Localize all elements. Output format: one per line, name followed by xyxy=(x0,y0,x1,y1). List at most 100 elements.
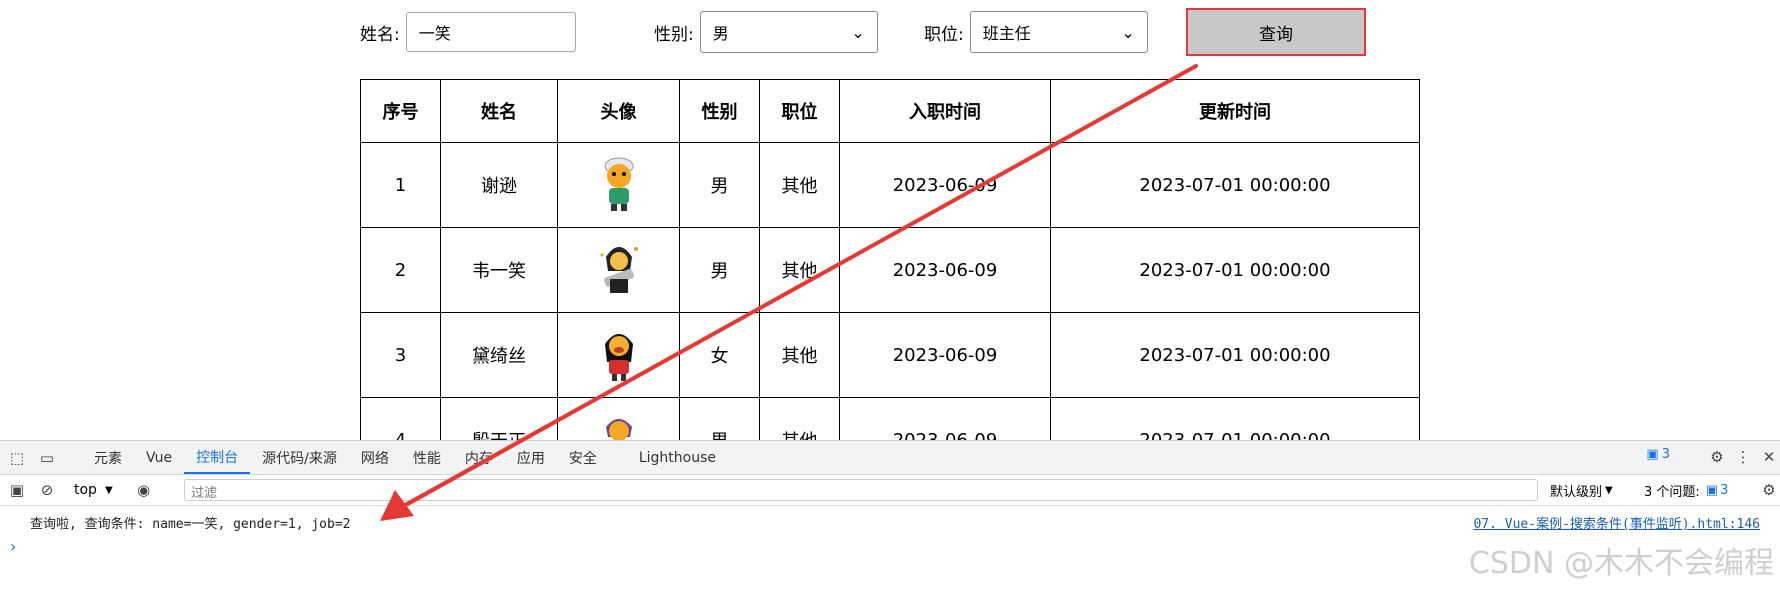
dropdown-arrow-icon: ▼ xyxy=(104,484,113,496)
header-gender: 性别 xyxy=(679,79,760,143)
table-row: 4 殷天正 男 其他 2023-06-09 2023-07-01 00:00:0… xyxy=(360,397,1420,440)
cell-gender: 男 xyxy=(679,397,760,440)
employee-table: 序号 姓名 头像 性别 职位 入职时间 更新时间 1 谢逊 男 其他 2023-… xyxy=(360,79,1420,440)
table-row: 2 韦一笑 男 其他 2023-06-09 2023-07-01 00:00:0… xyxy=(360,227,1420,313)
web-page: 姓名: 一笑 性别: 男 ⌄ 职位: 班主任 ⌄ 查询 序号 姓名 头像 性别 … xyxy=(0,0,1780,440)
query-button[interactable]: 查询 xyxy=(1186,8,1366,56)
gender-select[interactable]: 男 ⌄ xyxy=(699,11,878,53)
name-label: 姓名: xyxy=(360,24,400,45)
job-label: 职位: xyxy=(924,24,964,45)
tab-vue[interactable]: Vue xyxy=(134,441,184,474)
cell-entry-date: 2023-06-09 xyxy=(839,142,1051,228)
close-icon[interactable]: ✕ xyxy=(1758,446,1780,468)
cell-id: 4 xyxy=(360,397,441,440)
tab-elements[interactable]: 元素 xyxy=(82,441,134,474)
console-prompt[interactable]: › xyxy=(10,537,16,556)
tab-memory[interactable]: 内存 xyxy=(453,441,505,474)
devtools-tabbar: ⬚ ▭ 元素 Vue 控制台 源代码/来源 网络 性能 内存 应用 安全 Lig… xyxy=(0,441,1780,475)
job-select[interactable]: 班主任 ⌄ xyxy=(969,11,1148,53)
settings-gear-icon[interactable]: ⚙ xyxy=(1706,446,1728,468)
table-row: 1 谢逊 男 其他 2023-06-09 2023-07-01 00:00:00 xyxy=(360,142,1420,228)
sidebar-toggle-icon[interactable]: ▣ xyxy=(6,479,28,501)
cell-avatar xyxy=(557,397,680,440)
console-log-message: 查询啦, 查询条件: name=一笑, gender=1, job=2 xyxy=(30,517,351,532)
header-id: 序号 xyxy=(360,79,441,143)
avatar-image xyxy=(604,333,633,381)
cell-gender: 女 xyxy=(679,312,760,398)
cell-entry-date: 2023-06-09 xyxy=(839,312,1051,398)
messages-badge[interactable]: ▣ 3 xyxy=(1646,447,1670,462)
cell-update-time: 2023-07-01 00:00:00 xyxy=(1050,397,1420,440)
messages-count: 3 xyxy=(1661,447,1670,462)
tab-lighthouse[interactable]: Lighthouse xyxy=(627,441,728,474)
job-selected: 班主任 xyxy=(982,24,1031,43)
tab-sources[interactable]: 源代码/来源 xyxy=(250,441,349,474)
table-row: 3 黛绮丝 女 其他 2023-06-09 2023-07-01 00:00:0… xyxy=(360,312,1420,398)
tab-application[interactable]: 应用 xyxy=(505,441,557,474)
issue-icon: ▣ xyxy=(1705,483,1719,498)
gender-label: 性别: xyxy=(654,24,694,45)
more-options-icon[interactable]: ⋮ xyxy=(1732,446,1754,468)
tab-security[interactable]: 安全 xyxy=(557,441,609,474)
cell-name: 黛绮丝 xyxy=(440,312,558,398)
message-icon: ▣ xyxy=(1646,447,1659,462)
chevron-down-icon: ⌄ xyxy=(1121,22,1135,42)
header-name: 姓名 xyxy=(440,79,558,143)
console-filter-input[interactable]: 过滤 xyxy=(184,479,1538,501)
cell-job: 其他 xyxy=(759,142,840,228)
cell-name: 谢逊 xyxy=(440,142,558,228)
tab-console[interactable]: 控制台 xyxy=(184,441,251,474)
device-toolbar-icon[interactable]: ▭ xyxy=(36,447,58,469)
issues-counter[interactable]: 3 个问题: ▣ 3 xyxy=(1644,481,1728,500)
cell-update-time: 2023-07-01 00:00:00 xyxy=(1050,142,1420,228)
context-selector[interactable]: top ▼ xyxy=(74,482,113,498)
job-filter: 职位: 班主任 ⌄ xyxy=(924,8,1148,56)
cell-avatar xyxy=(557,312,680,398)
tab-performance[interactable]: 性能 xyxy=(401,441,453,474)
header-avatar: 头像 xyxy=(557,79,680,143)
header-entry-date: 入职时间 xyxy=(839,79,1051,143)
cell-job: 其他 xyxy=(759,397,840,440)
name-filter: 姓名: 一笑 xyxy=(360,8,576,56)
eye-icon[interactable]: ◉ xyxy=(133,479,155,501)
issues-label: 3 个问题: xyxy=(1644,485,1700,500)
context-label: top xyxy=(74,482,97,498)
gender-selected: 男 xyxy=(712,24,729,43)
cell-id: 1 xyxy=(360,142,441,228)
watermark: CSDN @木木不会编程 xyxy=(1468,546,1774,581)
header-job: 职位 xyxy=(759,79,840,143)
cell-update-time: 2023-07-01 00:00:00 xyxy=(1050,227,1420,313)
cell-update-time: 2023-07-01 00:00:00 xyxy=(1050,312,1420,398)
cell-name: 韦一笑 xyxy=(440,227,558,313)
avatar-image xyxy=(604,157,633,211)
cell-id: 3 xyxy=(360,312,441,398)
cell-avatar xyxy=(557,227,680,313)
devtools-panel: ⬚ ▭ 元素 Vue 控制台 源代码/来源 网络 性能 内存 应用 安全 Lig… xyxy=(0,440,1780,592)
cell-entry-date: 2023-06-09 xyxy=(839,227,1051,313)
cell-entry-date: 2023-06-09 xyxy=(839,397,1051,440)
cell-job: 其他 xyxy=(759,227,840,313)
cell-job: 其他 xyxy=(759,312,840,398)
cell-name: 殷天正 xyxy=(440,397,558,440)
dropdown-arrow-icon: ▼ xyxy=(1605,485,1613,496)
cell-gender: 男 xyxy=(679,142,760,228)
chevron-down-icon: ⌄ xyxy=(851,22,865,42)
console-settings-icon[interactable]: ⚙ xyxy=(1758,479,1780,501)
name-input[interactable]: 一笑 xyxy=(405,12,576,52)
table-header-row: 序号 姓名 头像 性别 职位 入职时间 更新时间 xyxy=(360,79,1420,143)
cell-gender: 男 xyxy=(679,227,760,313)
log-level-label: 默认级别 xyxy=(1550,485,1603,500)
cell-id: 2 xyxy=(360,227,441,313)
issues-count: 3 xyxy=(1720,483,1729,498)
console-toolbar: ▣ ⊘ top ▼ ◉ 过滤 默认级别 ▼ 3 个问题: ▣ 3 ⚙ xyxy=(0,475,1780,506)
console-source-link[interactable]: 07. Vue-案例-搜索条件(事件监听).html:146 xyxy=(1473,513,1760,532)
cell-avatar xyxy=(557,142,680,228)
inspect-element-icon[interactable]: ⬚ xyxy=(6,447,28,469)
avatar-image xyxy=(605,418,632,440)
header-update-time: 更新时间 xyxy=(1050,79,1420,143)
avatar-image xyxy=(600,246,638,293)
tab-network[interactable]: 网络 xyxy=(349,441,401,474)
log-level-select[interactable]: 默认级别 ▼ xyxy=(1550,481,1613,500)
clear-console-icon[interactable]: ⊘ xyxy=(36,479,58,501)
gender-filter: 性别: 男 ⌄ xyxy=(654,8,878,56)
